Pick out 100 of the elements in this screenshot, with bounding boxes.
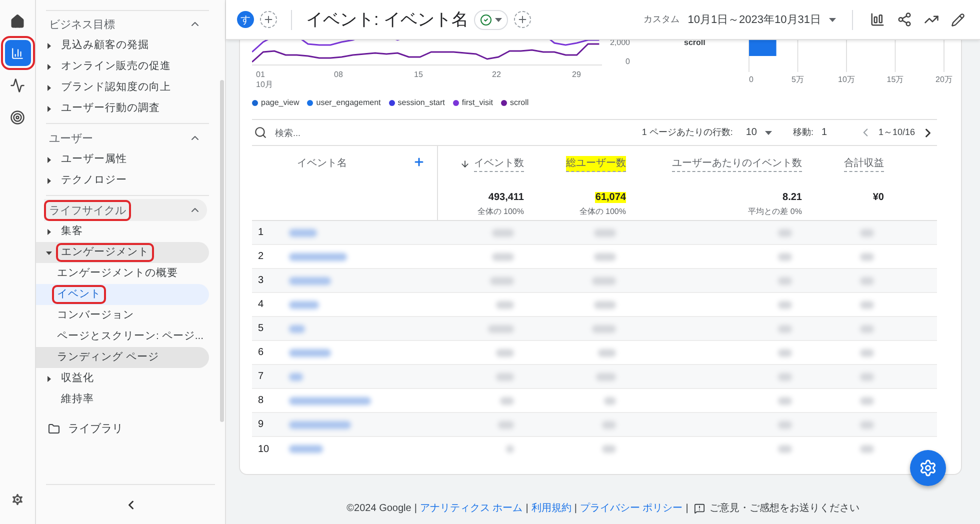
row-number: 7 <box>257 371 265 382</box>
scrollbar[interactable] <box>220 80 224 422</box>
blurred-text <box>496 300 514 308</box>
nav-item[interactable]: オンライン販売の促進 <box>36 56 209 77</box>
blurred-text <box>860 276 874 284</box>
plus-icon[interactable] <box>413 156 425 168</box>
nav-item[interactable]: ユーザー属性 <box>36 149 209 170</box>
section-header[interactable]: ライフサイクル <box>44 199 207 221</box>
blurred-text <box>496 348 514 356</box>
nav-item[interactable]: エンゲージメント <box>36 242 209 263</box>
column-header[interactable]: ユーザーあたりのイベント数 <box>672 156 802 172</box>
caret-down-icon <box>495 18 502 22</box>
blurred-text <box>602 420 616 428</box>
blurred-text <box>778 252 792 260</box>
blurred-text <box>602 445 616 453</box>
blurred-text <box>778 396 792 404</box>
blurred-text <box>778 324 792 332</box>
column-header[interactable]: 総ユーザー数 <box>566 156 626 172</box>
section-header[interactable]: ビジネス目標 <box>44 13 207 35</box>
target-icon <box>10 110 25 124</box>
caret-down-icon <box>764 130 772 134</box>
separator: | <box>574 502 577 514</box>
footer-link[interactable]: 利用規約 <box>531 501 572 515</box>
caret-down-icon <box>46 250 52 256</box>
axis-label: 0 <box>749 75 754 84</box>
blurred-text <box>289 276 331 284</box>
row-number: 2 <box>257 251 265 262</box>
status-chip[interactable] <box>474 10 508 30</box>
pencil-icon <box>951 12 965 26</box>
legend-label: session_start <box>398 98 445 107</box>
nav-subitem[interactable]: エンゲージメントの概要 <box>36 263 209 284</box>
plus-icon <box>263 14 274 25</box>
caret-right-icon <box>46 156 52 162</box>
blurred-text <box>596 372 616 380</box>
blurred-text <box>490 276 514 284</box>
blurred-text <box>289 252 347 260</box>
column-header[interactable]: 合計収益 <box>844 156 884 172</box>
nav-item[interactable]: 収益化 <box>36 368 209 389</box>
nav-item[interactable]: 見込み顧客の発掘 <box>36 35 209 56</box>
axis-label: 15 <box>414 70 423 79</box>
gear-icon <box>919 459 937 477</box>
footer-link[interactable]: アナリティクス ホーム <box>420 501 523 515</box>
library-link[interactable]: ライブラリ <box>44 418 127 439</box>
pulse-icon <box>10 78 25 92</box>
goto-label: 移動: <box>792 126 814 139</box>
blurred-text <box>778 420 792 428</box>
separator: | <box>526 502 528 514</box>
row-number: 4 <box>257 299 265 310</box>
nav-item[interactable]: ユーザー行動の調査 <box>36 98 209 119</box>
legend-label: user_engagement <box>316 98 381 107</box>
rail-button[interactable] <box>4 40 30 66</box>
add-filter-button[interactable] <box>514 11 532 28</box>
copyright-text: ©2024 Google <box>346 502 412 514</box>
nav-subitem[interactable]: ページとスクリーン: ページ... <box>36 326 209 347</box>
section-header[interactable]: ユーザー <box>44 127 207 149</box>
add-comparison-button[interactable] <box>260 11 277 28</box>
total-note: 全体の 100% <box>579 206 626 217</box>
blurred-text <box>506 445 514 453</box>
blurred-text <box>289 372 303 380</box>
blurred-text <box>592 276 616 284</box>
total-value: 493,411 <box>488 192 524 203</box>
nav-subitem[interactable]: ランディング ページ <box>36 347 209 368</box>
blurred-text <box>594 228 616 236</box>
axis-label: 01 <box>256 70 265 79</box>
nav-item[interactable]: ブランド認知度の向上 <box>36 77 209 98</box>
caret-right-icon <box>46 84 52 90</box>
axis-label: 08 <box>334 70 343 79</box>
nav-item[interactable]: 維持率 <box>36 389 209 410</box>
blurred-text <box>498 420 514 428</box>
nav-item[interactable]: 集客 <box>36 221 209 242</box>
blurred-text <box>289 228 317 236</box>
blurred-text <box>860 300 874 308</box>
nav-subitem[interactable]: イベント <box>36 284 209 305</box>
footer-link[interactable]: プライバシー ポリシー <box>580 501 683 515</box>
rows-per-page-select[interactable]: 10 <box>744 126 773 139</box>
blurred-text <box>778 228 792 236</box>
row-number: 1 <box>257 227 265 238</box>
caret-down-icon <box>829 18 836 22</box>
feedback-link[interactable]: ご意見・ご感想をお送りください <box>694 501 860 515</box>
total-note: 平均との差 0% <box>748 206 802 217</box>
column-header[interactable]: イベント数 <box>474 156 524 172</box>
column-header[interactable]: イベント名 <box>297 156 347 170</box>
total-value: ¥0 <box>872 192 884 203</box>
search-icon <box>254 126 267 139</box>
check-circle-icon <box>480 14 492 26</box>
date-range-picker[interactable]: 10月1日～2023年10月31日 <box>686 10 838 29</box>
avatar[interactable]: す <box>237 11 254 28</box>
total-note: 全体の 100% <box>477 206 524 217</box>
nav-subitem[interactable]: コンバージョン <box>36 305 209 326</box>
nav-item[interactable]: テクノロジー <box>36 170 209 191</box>
blurred-text <box>496 372 514 380</box>
rows-per-page-label: 1 ページあたりの行数: <box>642 126 733 139</box>
chart-icon <box>870 12 885 27</box>
caret-right-icon <box>46 228 52 234</box>
row-number: 5 <box>257 323 265 334</box>
caret-right-icon <box>46 64 52 70</box>
blurred-text <box>598 348 616 356</box>
blurred-text <box>492 228 514 236</box>
blurred-text <box>604 396 616 404</box>
row-number: 9 <box>257 419 265 430</box>
